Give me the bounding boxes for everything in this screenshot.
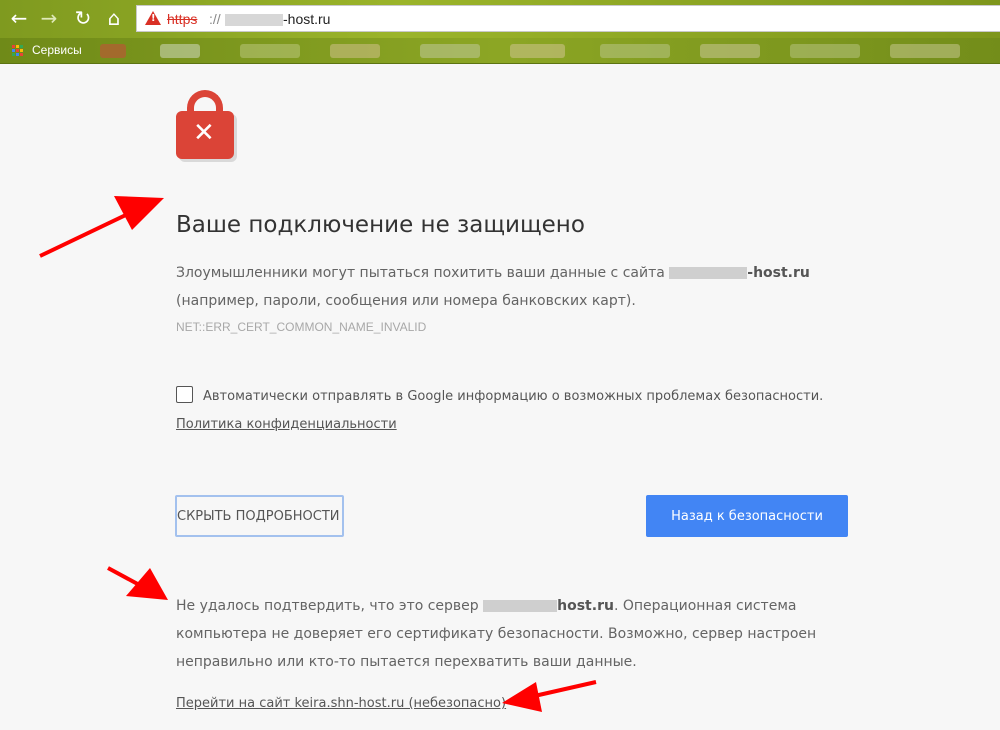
annotation-arrow-details xyxy=(107,566,168,600)
bookmarks-bar: Сервисы xyxy=(0,38,1000,64)
back-arrow-icon[interactable]: ← xyxy=(8,7,30,29)
home-icon[interactable]: ⌂ xyxy=(103,7,125,29)
report-checkbox[interactable] xyxy=(176,386,193,403)
report-checkbox-label: Автоматически отправлять в Google информ… xyxy=(203,389,824,404)
address-bar[interactable]: https :// -host.ru xyxy=(136,5,1000,32)
bookmark-item[interactable] xyxy=(890,44,960,58)
bookmark-item[interactable] xyxy=(420,44,480,58)
proceed-unsafe-link[interactable]: Перейти на сайт keira.shn-host.ru (небез… xyxy=(176,696,506,711)
annotation-arrow-link xyxy=(502,680,597,712)
page-title: Ваше подключение не защищено xyxy=(176,212,585,238)
url-scheme: https xyxy=(167,11,198,27)
back-to-safety-button[interactable]: Назад к безопасности xyxy=(646,495,848,537)
bookmark-item[interactable] xyxy=(240,44,300,58)
bookmark-item[interactable] xyxy=(700,44,760,58)
bookmark-item[interactable] xyxy=(160,44,200,58)
details-text: Не удалось подтвердить, что это сервер h… xyxy=(176,598,817,670)
browser-toolbar: ← → ↻ ⌂ https :// -host.ru xyxy=(0,0,1000,38)
bookmark-services[interactable]: Сервисы xyxy=(32,43,82,57)
url-redacted xyxy=(225,14,283,26)
url-separator: :// xyxy=(209,11,221,27)
error-code: NET::ERR_CERT_COMMON_NAME_INVALID xyxy=(176,320,427,334)
lock-error-icon: ✕ xyxy=(176,90,236,165)
bookmark-item[interactable] xyxy=(790,44,860,58)
apps-icon[interactable] xyxy=(12,45,24,57)
redacted-host xyxy=(669,267,748,279)
bookmark-item[interactable] xyxy=(100,44,126,58)
bookmark-item[interactable] xyxy=(330,44,380,58)
forward-arrow-icon[interactable]: → xyxy=(38,7,60,29)
warning-icon[interactable] xyxy=(145,11,161,25)
intro-text: Злоумышленники могут пытаться похитить в… xyxy=(176,265,810,309)
bookmark-item[interactable] xyxy=(600,44,670,58)
annotation-arrow-heading xyxy=(39,196,164,258)
redacted-host xyxy=(483,600,558,612)
hide-details-button[interactable]: СКРЫТЬ ПОДРОБНОСТИ xyxy=(175,495,344,537)
url-host: -host.ru xyxy=(283,11,331,27)
privacy-policy-link[interactable]: Политика конфиденциальности xyxy=(176,417,397,432)
bookmark-item[interactable] xyxy=(510,44,565,58)
reload-icon[interactable]: ↻ xyxy=(72,7,94,29)
